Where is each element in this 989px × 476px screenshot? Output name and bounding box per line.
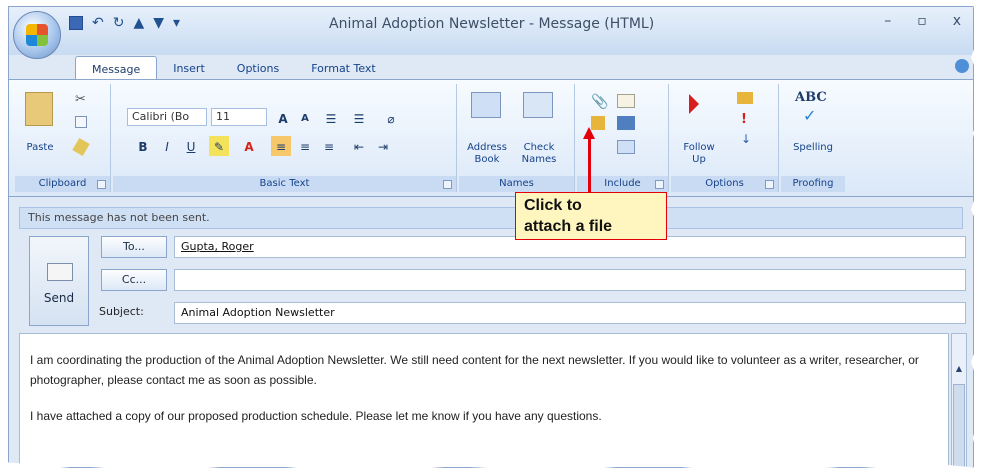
font-size-select[interactable]: 11: [211, 108, 267, 126]
callout-box: Click to attach a file: [515, 192, 667, 240]
callout-line: [588, 138, 591, 194]
align-right-icon[interactable]: ≡: [319, 136, 339, 156]
underline-button[interactable]: U: [181, 136, 201, 156]
check-names-icon[interactable]: [523, 92, 553, 118]
font-color-button[interactable]: A: [239, 136, 259, 156]
address-book-icon[interactable]: [471, 92, 501, 118]
quick-access-toolbar: ↶ ↻ ▲ ▼ ▾: [69, 15, 180, 31]
options-group-label: Options: [671, 176, 778, 192]
tab-format-text[interactable]: Format Text: [295, 56, 392, 80]
increase-indent-icon[interactable]: ⇥: [373, 136, 393, 156]
signature-icon[interactable]: [617, 140, 635, 154]
body-paragraph-1: I am coordinating the production of the …: [30, 353, 919, 387]
spelling-button[interactable]: Spelling: [781, 142, 845, 154]
save-icon[interactable]: [69, 16, 83, 30]
office-button[interactable]: [13, 11, 61, 59]
callout-line-1: Click to: [524, 197, 582, 214]
align-left-icon[interactable]: ≡: [271, 136, 291, 156]
send-label: Send: [43, 291, 75, 305]
minimize-button[interactable]: –: [884, 13, 891, 29]
next-item-icon[interactable]: ▼: [153, 15, 164, 31]
highlight-icon[interactable]: ✎: [209, 136, 229, 156]
window-title: Animal Adoption Newsletter - Message (HT…: [329, 16, 655, 32]
scroll-up-icon[interactable]: ▲: [954, 364, 964, 374]
maximize-button[interactable]: ▫: [917, 13, 927, 29]
cc-button[interactable]: Cc...: [101, 269, 167, 291]
help-icon[interactable]: [955, 59, 969, 73]
format-painter-icon[interactable]: [72, 137, 90, 157]
follow-up-button[interactable]: Follow Up: [677, 142, 721, 166]
send-icon: [47, 263, 73, 281]
bullets-icon[interactable]: ☰: [321, 108, 341, 128]
proofing-group: ABC ✓ Spelling Proofing: [781, 84, 845, 192]
customize-toolbar-icon[interactable]: ▾: [173, 15, 180, 31]
title-bar: ↶ ↻ ▲ ▼ ▾ Animal Adoption Newsletter - M…: [9, 7, 973, 59]
italic-button[interactable]: I: [157, 136, 177, 156]
clipboard-launcher-icon[interactable]: [97, 180, 106, 189]
tab-insert[interactable]: Insert: [157, 56, 221, 80]
to-button[interactable]: To...: [101, 236, 167, 258]
message-body[interactable]: I am coordinating the production of the …: [19, 333, 949, 467]
check-names-button[interactable]: Check Names: [515, 142, 563, 166]
high-importance-icon[interactable]: !: [741, 112, 747, 127]
basic-text-group: Calibri (Bo 11 A A ☰ ☰ ⌀ B I U ✎ A ≡ ≡ ≡…: [113, 84, 457, 192]
paste-icon[interactable]: [25, 92, 53, 126]
proofing-group-label: Proofing: [781, 176, 845, 192]
outlook-message-window: ↶ ↻ ▲ ▼ ▾ Animal Adoption Newsletter - M…: [8, 6, 974, 468]
tab-options[interactable]: Options: [221, 56, 295, 80]
body-paragraph-2: I have attached a copy of our proposed p…: [30, 409, 602, 423]
redo-icon[interactable]: ↻: [113, 15, 125, 31]
font-name-select[interactable]: Calibri (Bo: [127, 108, 207, 126]
subject-label: Subject:: [99, 305, 144, 318]
paste-button[interactable]: Paste: [19, 142, 61, 154]
ribbon: Paste ✂ Clipboard Calibri (Bo 11 A A ☰ ☰…: [9, 79, 973, 197]
previous-item-icon[interactable]: ▲: [133, 15, 144, 31]
ribbon-tabs: Message Insert Options Format Text: [75, 56, 392, 80]
options-launcher-icon[interactable]: [765, 180, 774, 189]
copy-icon[interactable]: [75, 116, 87, 128]
shrink-font-button[interactable]: A: [295, 108, 315, 128]
categorize-icon[interactable]: [737, 92, 753, 104]
attach-item-icon[interactable]: [617, 94, 635, 108]
office-logo-icon: [26, 24, 48, 46]
follow-up-flag-icon[interactable]: [689, 94, 699, 114]
grow-font-button[interactable]: A: [273, 108, 293, 128]
bold-button[interactable]: B: [133, 136, 153, 156]
tab-message[interactable]: Message: [75, 56, 158, 80]
decrease-indent-icon[interactable]: ⇤: [349, 136, 369, 156]
clipboard-group-label: Clipboard: [15, 176, 110, 192]
include-launcher-icon[interactable]: [655, 180, 664, 189]
cc-field[interactable]: [174, 269, 966, 291]
callout-line-2: attach a file: [524, 218, 613, 235]
align-center-icon[interactable]: ≡: [295, 136, 315, 156]
spelling-abc-label: ABC: [795, 90, 827, 105]
spelling-check-icon[interactable]: ✓: [803, 106, 816, 125]
options-group: Follow Up ! ↓ Options: [671, 84, 779, 192]
names-group: Address Book Check Names Names: [459, 84, 575, 192]
subject-field[interactable]: Animal Adoption Newsletter: [174, 302, 966, 324]
send-button[interactable]: Send: [29, 236, 89, 326]
calendar-icon[interactable]: [617, 116, 635, 130]
scroll-thumb[interactable]: [953, 384, 965, 467]
address-book-button[interactable]: Address Book: [463, 142, 511, 166]
attach-file-icon[interactable]: 📎: [591, 94, 608, 110]
numbering-icon[interactable]: ☰: [349, 108, 369, 128]
clipboard-group: Paste ✂ Clipboard: [15, 84, 111, 192]
info-bar: This message has not been sent.: [19, 207, 963, 229]
clear-formatting-icon[interactable]: ⌀: [381, 108, 401, 128]
low-importance-icon[interactable]: ↓: [741, 132, 751, 146]
close-button[interactable]: x: [953, 13, 961, 29]
basic-text-launcher-icon[interactable]: [443, 180, 452, 189]
undo-icon[interactable]: ↶: [92, 15, 104, 31]
vertical-scrollbar[interactable]: ▲: [951, 333, 967, 467]
cut-icon[interactable]: ✂: [75, 92, 86, 107]
names-group-label: Names: [459, 176, 574, 192]
window-controls: – ▫ x: [884, 13, 961, 29]
basic-text-group-label: Basic Text: [113, 176, 456, 192]
